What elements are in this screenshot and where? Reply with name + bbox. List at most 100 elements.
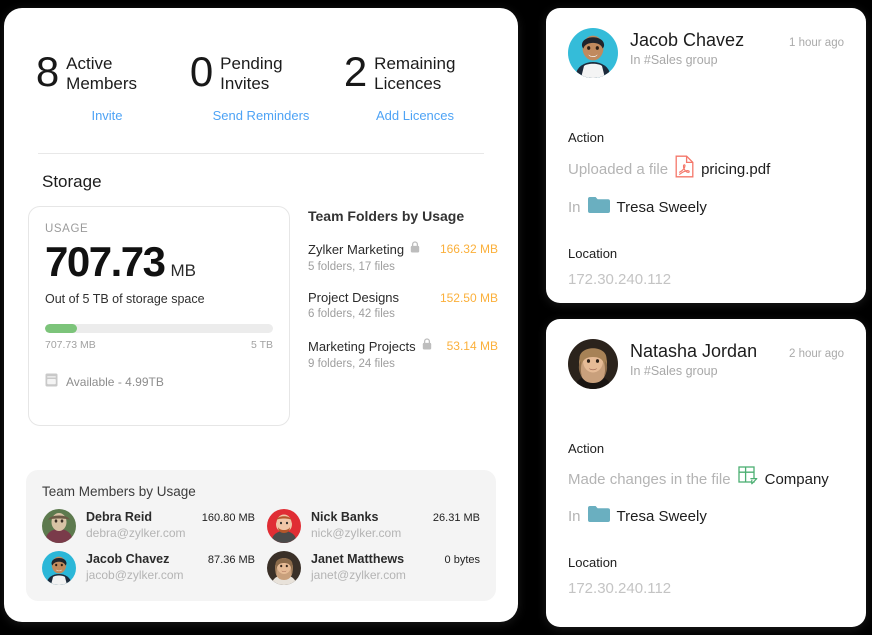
activity-in-label: In	[568, 506, 581, 529]
activity-card-header: Natasha Jordan 2 hour ago In #Sales grou…	[568, 339, 844, 389]
activity-name-row: Jacob Chavez 1 hour ago	[630, 30, 844, 51]
activity-file-name[interactable]: Company	[765, 469, 829, 492]
member-line: Debra Reid 160.80 MB	[86, 510, 255, 524]
member-info: Debra Reid 160.80 MB debra@zylker.com	[86, 510, 255, 542]
stats-row: 8 Active Members Invite 0 Pending Invite…	[4, 8, 518, 123]
member-row[interactable]: Janet Matthews 0 bytes janet@zylker.com	[267, 551, 480, 585]
activity-action-label: Action	[568, 441, 844, 456]
activity-user-block: Jacob Chavez 1 hour ago In #Sales group	[630, 28, 844, 69]
team-folder-size: 152.50 MB	[440, 291, 498, 305]
lock-icon	[422, 337, 432, 355]
member-info: Nick Banks 26.31 MB nick@zylker.com	[311, 510, 480, 542]
avatar	[568, 28, 618, 78]
activity-card-header: Jacob Chavez 1 hour ago In #Sales group	[568, 28, 844, 78]
activity-file-name[interactable]: pricing.pdf	[701, 159, 770, 182]
activity-ip-address: 172.30.240.112	[568, 580, 844, 597]
team-folder-row[interactable]: Zylker Marketing 166.32 MB 5 folders, 17…	[308, 240, 498, 273]
member-info: Jacob Chavez 87.36 MB jacob@zylker.com	[86, 552, 255, 584]
activity-action-prefix: Made changes in the file	[568, 469, 731, 492]
storage-drive-icon	[45, 373, 58, 390]
activity-location-label: Location	[568, 555, 844, 570]
activity-group: In #Sales group	[630, 53, 718, 67]
activity-card-natasha-jordan[interactable]: Natasha Jordan 2 hour ago In #Sales grou…	[546, 319, 866, 627]
member-name: Nick Banks	[311, 510, 378, 524]
member-size: 26.31 MB	[433, 512, 480, 524]
lock-icon	[410, 240, 420, 258]
team-members-grid: Debra Reid 160.80 MB debra@zylker.com Ni…	[42, 509, 480, 585]
screen-root: 8 Active Members Invite 0 Pending Invite…	[0, 0, 872, 635]
member-row[interactable]: Debra Reid 160.80 MB debra@zylker.com	[42, 509, 255, 543]
activity-ip-address: 172.30.240.112	[568, 271, 844, 288]
folder-icon	[588, 505, 610, 530]
avatar	[42, 551, 76, 585]
spreadsheet-file-icon	[738, 466, 758, 495]
team-folder-header: Marketing Projects 53.14 MB	[308, 337, 498, 355]
activity-user-name: Jacob Chavez	[630, 30, 744, 51]
team-folders-title: Team Folders by Usage	[308, 208, 498, 224]
bar-max-label: 5 TB	[251, 339, 273, 351]
member-line: Nick Banks 26.31 MB	[311, 510, 480, 524]
activity-in-label: In	[568, 197, 581, 220]
available-storage-row: Available - 4.99TB	[45, 373, 273, 390]
activity-timestamp: 1 hour ago	[789, 37, 844, 49]
pdf-file-icon	[675, 155, 694, 186]
activity-location-label: Location	[568, 246, 844, 261]
add-licences-link[interactable]: Add Licences	[376, 108, 454, 123]
avatar	[267, 551, 301, 585]
activity-action-line: Made changes in the file Company	[568, 466, 844, 495]
storage-area: USAGE 707.73 MB Out of 5 TB of storage s…	[4, 192, 518, 426]
activity-location-line: In Tresa Sweely	[568, 505, 844, 530]
storage-progress-bar	[45, 324, 273, 333]
activity-location-line: In Tresa Sweely	[568, 196, 844, 221]
team-folder-row[interactable]: Project Designs 152.50 MB 6 folders, 42 …	[308, 290, 498, 320]
activity-action-prefix: Uploaded a file	[568, 159, 668, 182]
team-folder-meta: 6 folders, 42 files	[308, 308, 498, 320]
team-folder-name: Zylker Marketing	[308, 242, 404, 257]
send-reminders-link[interactable]: Send Reminders	[213, 108, 310, 123]
member-line: Jacob Chavez 87.36 MB	[86, 552, 255, 566]
member-name: Debra Reid	[86, 510, 152, 524]
stat-top: 0 Pending Invites	[190, 52, 332, 94]
activity-user-name: Natasha Jordan	[630, 341, 757, 362]
member-info: Janet Matthews 0 bytes janet@zylker.com	[311, 552, 480, 584]
usage-card: USAGE 707.73 MB Out of 5 TB of storage s…	[28, 206, 290, 426]
member-email: janet@zylker.com	[311, 568, 406, 582]
member-line: Janet Matthews 0 bytes	[311, 552, 480, 566]
activity-group: In #Sales group	[630, 364, 718, 378]
activity-user-block: Natasha Jordan 2 hour ago In #Sales grou…	[630, 339, 844, 380]
activity-folder-name[interactable]: Tresa Sweely	[617, 197, 707, 220]
member-row[interactable]: Nick Banks 26.31 MB nick@zylker.com	[267, 509, 480, 543]
team-members-title: Team Members by Usage	[42, 484, 480, 499]
member-email: jacob@zylker.com	[86, 568, 184, 582]
stat-number: 0	[190, 52, 212, 92]
activity-ip-block: Location 172.30.240.112	[568, 246, 844, 288]
activity-card-jacob-chavez[interactable]: Jacob Chavez 1 hour ago In #Sales group …	[546, 8, 866, 303]
activity-name-row: Natasha Jordan 2 hour ago	[630, 341, 844, 362]
activity-action-label: Action	[568, 130, 844, 145]
team-folder-meta: 5 folders, 17 files	[308, 261, 498, 273]
team-folder-row[interactable]: Marketing Projects 53.14 MB 9 folders, 2…	[308, 337, 498, 370]
team-folder-name: Marketing Projects	[308, 339, 416, 354]
avatar	[267, 509, 301, 543]
team-folder-meta: 9 folders, 24 files	[308, 358, 498, 370]
team-folder-name: Project Designs	[308, 290, 399, 305]
activity-folder-name[interactable]: Tresa Sweely	[617, 506, 707, 529]
team-folder-header: Project Designs 152.50 MB	[308, 290, 498, 305]
member-email: debra@zylker.com	[86, 526, 186, 540]
activity-action-line: Uploaded a file pricing.pdf	[568, 155, 844, 186]
stat-label: Pending Invites	[220, 52, 332, 94]
stat-number: 2	[344, 52, 366, 92]
usage-value: 707.73	[45, 241, 164, 283]
usage-unit: MB	[170, 261, 196, 281]
available-storage-label: Available - 4.99TB	[66, 375, 164, 389]
invite-link[interactable]: Invite	[91, 108, 122, 123]
usage-subtitle: Out of 5 TB of storage space	[45, 292, 273, 306]
stat-active-members: 8 Active Members Invite	[30, 52, 184, 123]
activity-ip-block: Location 172.30.240.112	[568, 555, 844, 597]
member-name: Janet Matthews	[311, 552, 404, 566]
member-row[interactable]: Jacob Chavez 87.36 MB jacob@zylker.com	[42, 551, 255, 585]
stat-number: 8	[36, 52, 58, 92]
member-size: 87.36 MB	[208, 554, 255, 566]
stat-top: 8 Active Members	[36, 52, 178, 94]
stat-label: Active Members	[66, 52, 178, 94]
